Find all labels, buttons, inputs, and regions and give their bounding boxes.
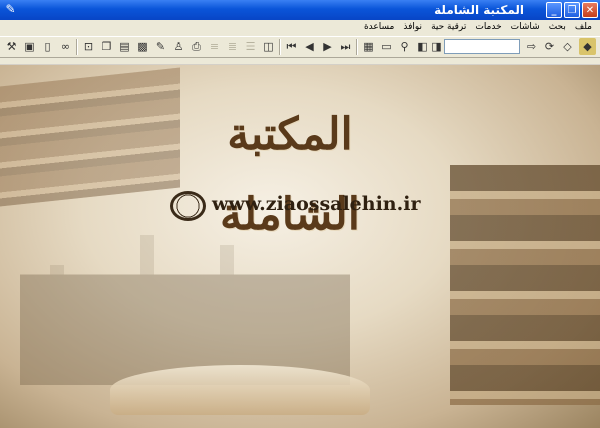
globe-search-icon: [170, 191, 206, 221]
books-image-right: [450, 165, 600, 405]
website-url: www.ziaossalehin.ir: [212, 193, 421, 215]
menu-services[interactable]: خدمات: [475, 20, 501, 35]
search-go-icon[interactable]: ⇨: [523, 38, 540, 55]
library-icon[interactable]: ▦: [360, 38, 377, 55]
menu-file[interactable]: ملف: [575, 20, 592, 35]
screen-icon[interactable]: ▣: [21, 38, 38, 55]
book-yellow-icon[interactable]: ◆: [579, 38, 596, 55]
person-icon[interactable]: ♙: [170, 38, 187, 55]
minimize-button[interactable]: _: [546, 2, 562, 18]
welcome-banner: المكتبة الشاملة www.ziaossalehin.ir: [0, 65, 600, 428]
menu-search[interactable]: بحث: [549, 20, 566, 35]
menu-live-update[interactable]: ترقية حية: [431, 20, 466, 35]
print-icon[interactable]: ⎙: [188, 38, 205, 55]
title-bar[interactable]: ✎ المكتبة الشاملة _ ❐ ✕: [0, 0, 600, 20]
binoculars-icon[interactable]: ∞: [57, 38, 74, 55]
prev-icon[interactable]: ◀: [301, 38, 318, 55]
toolbar-strip: [0, 58, 600, 65]
books-image-left: [0, 67, 180, 207]
menu-help[interactable]: مساعدة: [364, 20, 394, 35]
toolbar: ⚒ ▣ ▯ ∞ ⊡ ❐ ▤ ▩ ✎ ♙ ⎙ ≡ ≣ ☰ ◫ ⏮ ◀ ▶ ⏭ ▦ …: [0, 36, 600, 58]
list-icon[interactable]: ☰: [242, 38, 259, 55]
app-icon[interactable]: ✎: [3, 2, 18, 17]
bookshelf-icon[interactable]: ◇: [559, 38, 576, 55]
calligraphy-logo: المكتبة الشاملة: [219, 109, 360, 240]
next-icon[interactable]: ▶: [319, 38, 336, 55]
close-button[interactable]: ✕: [582, 2, 598, 18]
menu-bar: ملف بحث شاشات خدمات ترقية حية نوافذ مساع…: [0, 20, 600, 35]
image-icon[interactable]: ▩: [134, 38, 151, 55]
find-icon[interactable]: ⚲: [396, 38, 413, 55]
book-icon[interactable]: ◫: [260, 38, 277, 55]
align-center-icon[interactable]: ≣: [224, 38, 241, 55]
new-page-icon[interactable]: ▯: [39, 38, 56, 55]
last-icon[interactable]: ⏭: [337, 38, 354, 55]
menu-windows[interactable]: نوافذ: [403, 20, 422, 35]
paste-icon[interactable]: ▤: [116, 38, 133, 55]
tools-icon[interactable]: ⚒: [3, 38, 20, 55]
copy-icon[interactable]: ❐: [98, 38, 115, 55]
pencil-icon[interactable]: ✎: [152, 38, 169, 55]
maximize-button[interactable]: ❐: [564, 2, 580, 18]
open-book-image: [110, 365, 370, 415]
first-icon[interactable]: ⏮: [283, 38, 300, 55]
search-input[interactable]: [444, 39, 520, 54]
open-folder-icon[interactable]: ▭: [378, 38, 395, 55]
align-right-icon[interactable]: ≡: [206, 38, 223, 55]
window-title: المكتبة الشاملة: [434, 3, 524, 17]
book-search-icon[interactable]: ◨: [428, 38, 445, 55]
menu-screens[interactable]: شاشات: [511, 20, 540, 35]
select-icon[interactable]: ⊡: [80, 38, 97, 55]
refresh-icon[interactable]: ⟳: [541, 38, 558, 55]
